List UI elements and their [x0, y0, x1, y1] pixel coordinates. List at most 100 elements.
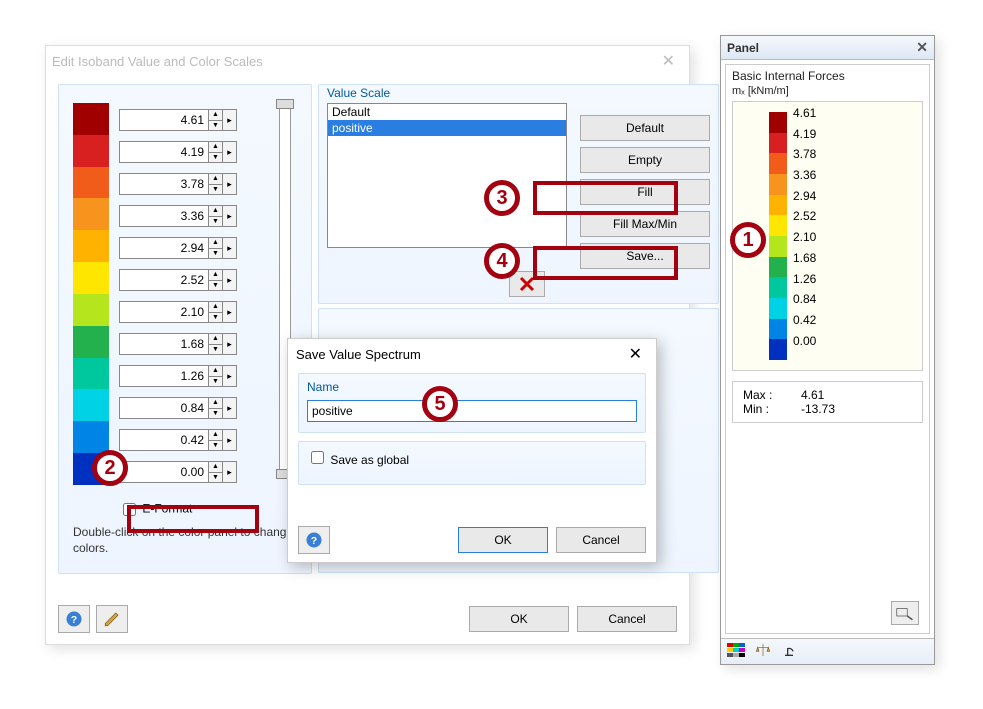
value-scale-item[interactable]: Default	[328, 104, 566, 120]
color-swatch[interactable]	[73, 421, 109, 453]
spin-down-icon[interactable]: ▼	[209, 217, 222, 227]
fill-button[interactable]: Fill	[580, 179, 710, 205]
spin-up-icon[interactable]: ▲	[209, 398, 222, 409]
value-input[interactable]	[119, 109, 209, 131]
color-swatch[interactable]	[73, 294, 109, 326]
spinner-buttons[interactable]: ▲▼	[209, 269, 223, 291]
fillmaxmin-button[interactable]: Fill Max/Min	[580, 211, 710, 237]
color-swatch[interactable]	[73, 389, 109, 421]
spin-up-icon[interactable]: ▲	[209, 366, 222, 377]
popup-arrow-icon[interactable]: ▸	[223, 429, 237, 451]
help-button[interactable]: ?	[298, 526, 330, 554]
palette-icon[interactable]	[727, 643, 745, 660]
close-icon[interactable]: ✕	[654, 51, 683, 71]
empty-button[interactable]: Empty	[580, 147, 710, 173]
color-swatch[interactable]	[73, 230, 109, 262]
spinner-buttons[interactable]: ▲▼	[209, 461, 223, 483]
popup-arrow-icon[interactable]: ▸	[223, 461, 237, 483]
balance-icon[interactable]	[755, 642, 771, 661]
color-swatch[interactable]	[73, 103, 109, 135]
spin-down-icon[interactable]: ▼	[209, 121, 222, 131]
spin-down-icon[interactable]: ▼	[209, 281, 222, 291]
value-input[interactable]	[119, 365, 209, 387]
eformat-checkbox[interactable]: E-Format	[119, 500, 192, 519]
spin-up-icon[interactable]: ▲	[209, 174, 222, 185]
color-swatch[interactable]	[73, 135, 109, 167]
spin-down-icon[interactable]: ▼	[209, 441, 222, 451]
spin-up-icon[interactable]: ▲	[209, 206, 222, 217]
popup-arrow-icon[interactable]: ▸	[223, 365, 237, 387]
color-swatch[interactable]	[73, 262, 109, 294]
value-input[interactable]	[119, 173, 209, 195]
spin-down-icon[interactable]: ▼	[209, 185, 222, 195]
panel-header[interactable]: Panel ✕	[721, 36, 934, 60]
spin-down-icon[interactable]: ▼	[209, 153, 222, 163]
color-swatch[interactable]	[73, 326, 109, 358]
popup-arrow-icon[interactable]: ▸	[223, 237, 237, 259]
spinner-buttons[interactable]: ▲▼	[209, 109, 223, 131]
spinner-buttons[interactable]: ▲▼	[209, 397, 223, 419]
spin-up-icon[interactable]: ▲	[209, 110, 222, 121]
color-swatch[interactable]	[73, 167, 109, 199]
help-button[interactable]: ?	[58, 605, 90, 633]
eformat-checkbox-input[interactable]	[123, 503, 136, 516]
spin-up-icon[interactable]: ▲	[209, 142, 222, 153]
default-button[interactable]: Default	[580, 115, 710, 141]
cancel-button[interactable]: Cancel	[556, 527, 646, 553]
value-input[interactable]	[119, 301, 209, 323]
spin-up-icon[interactable]: ▲	[209, 238, 222, 249]
delete-scale-button[interactable]	[509, 271, 545, 297]
value-input[interactable]	[119, 461, 209, 483]
spin-up-icon[interactable]: ▲	[209, 430, 222, 441]
ok-button[interactable]: OK	[469, 606, 569, 632]
dialog-titlebar[interactable]: Edit Isoband Value and Color Scales ✕	[46, 46, 689, 76]
color-swatch[interactable]	[73, 198, 109, 230]
properties-button[interactable]	[891, 601, 919, 625]
save-global-checkbox[interactable]: Save as global	[307, 453, 409, 467]
spinner-buttons[interactable]: ▲▼	[209, 429, 223, 451]
ok-button[interactable]: OK	[458, 527, 548, 553]
value-input[interactable]	[119, 205, 209, 227]
spin-up-icon[interactable]: ▲	[209, 462, 222, 473]
popup-arrow-icon[interactable]: ▸	[223, 397, 237, 419]
popup-arrow-icon[interactable]: ▸	[223, 269, 237, 291]
save-button[interactable]: Save...	[580, 243, 710, 269]
name-input[interactable]	[307, 400, 637, 422]
spin-down-icon[interactable]: ▼	[209, 345, 222, 355]
spin-up-icon[interactable]: ▲	[209, 334, 222, 345]
cancel-button[interactable]: Cancel	[577, 606, 677, 632]
spinner-buttons[interactable]: ▲▼	[209, 173, 223, 195]
value-input[interactable]	[119, 269, 209, 291]
popup-arrow-icon[interactable]: ▸	[223, 333, 237, 355]
edit-button[interactable]	[96, 605, 128, 633]
spin-up-icon[interactable]: ▲	[209, 302, 222, 313]
spinner-buttons[interactable]: ▲▼	[209, 365, 223, 387]
popup-arrow-icon[interactable]: ▸	[223, 173, 237, 195]
color-swatch[interactable]	[73, 358, 109, 390]
popup-arrow-icon[interactable]: ▸	[223, 109, 237, 131]
close-icon[interactable]: ✕	[623, 344, 648, 364]
value-input[interactable]	[119, 141, 209, 163]
spin-down-icon[interactable]: ▼	[209, 473, 222, 483]
value-scale-item[interactable]: positive	[328, 120, 566, 136]
popup-arrow-icon[interactable]: ▸	[223, 301, 237, 323]
value-input[interactable]	[119, 333, 209, 355]
spin-down-icon[interactable]: ▼	[209, 313, 222, 323]
save-dialog-titlebar[interactable]: Save Value Spectrum ✕	[288, 339, 656, 369]
popup-arrow-icon[interactable]: ▸	[223, 205, 237, 227]
value-scale-list[interactable]: Defaultpositive	[327, 103, 567, 248]
value-input[interactable]	[119, 237, 209, 259]
spin-down-icon[interactable]: ▼	[209, 249, 222, 259]
spinner-buttons[interactable]: ▲▼	[209, 237, 223, 259]
spin-up-icon[interactable]: ▲	[209, 270, 222, 281]
spinner-buttons[interactable]: ▲▼	[209, 205, 223, 227]
spinner-buttons[interactable]: ▲▼	[209, 141, 223, 163]
microscope-icon[interactable]	[781, 642, 797, 661]
spinner-buttons[interactable]: ▲▼	[209, 301, 223, 323]
spin-down-icon[interactable]: ▼	[209, 377, 222, 387]
color-column[interactable]	[73, 103, 109, 485]
spinner-buttons[interactable]: ▲▼	[209, 333, 223, 355]
spin-down-icon[interactable]: ▼	[209, 409, 222, 419]
close-icon[interactable]: ✕	[916, 39, 928, 56]
popup-arrow-icon[interactable]: ▸	[223, 141, 237, 163]
